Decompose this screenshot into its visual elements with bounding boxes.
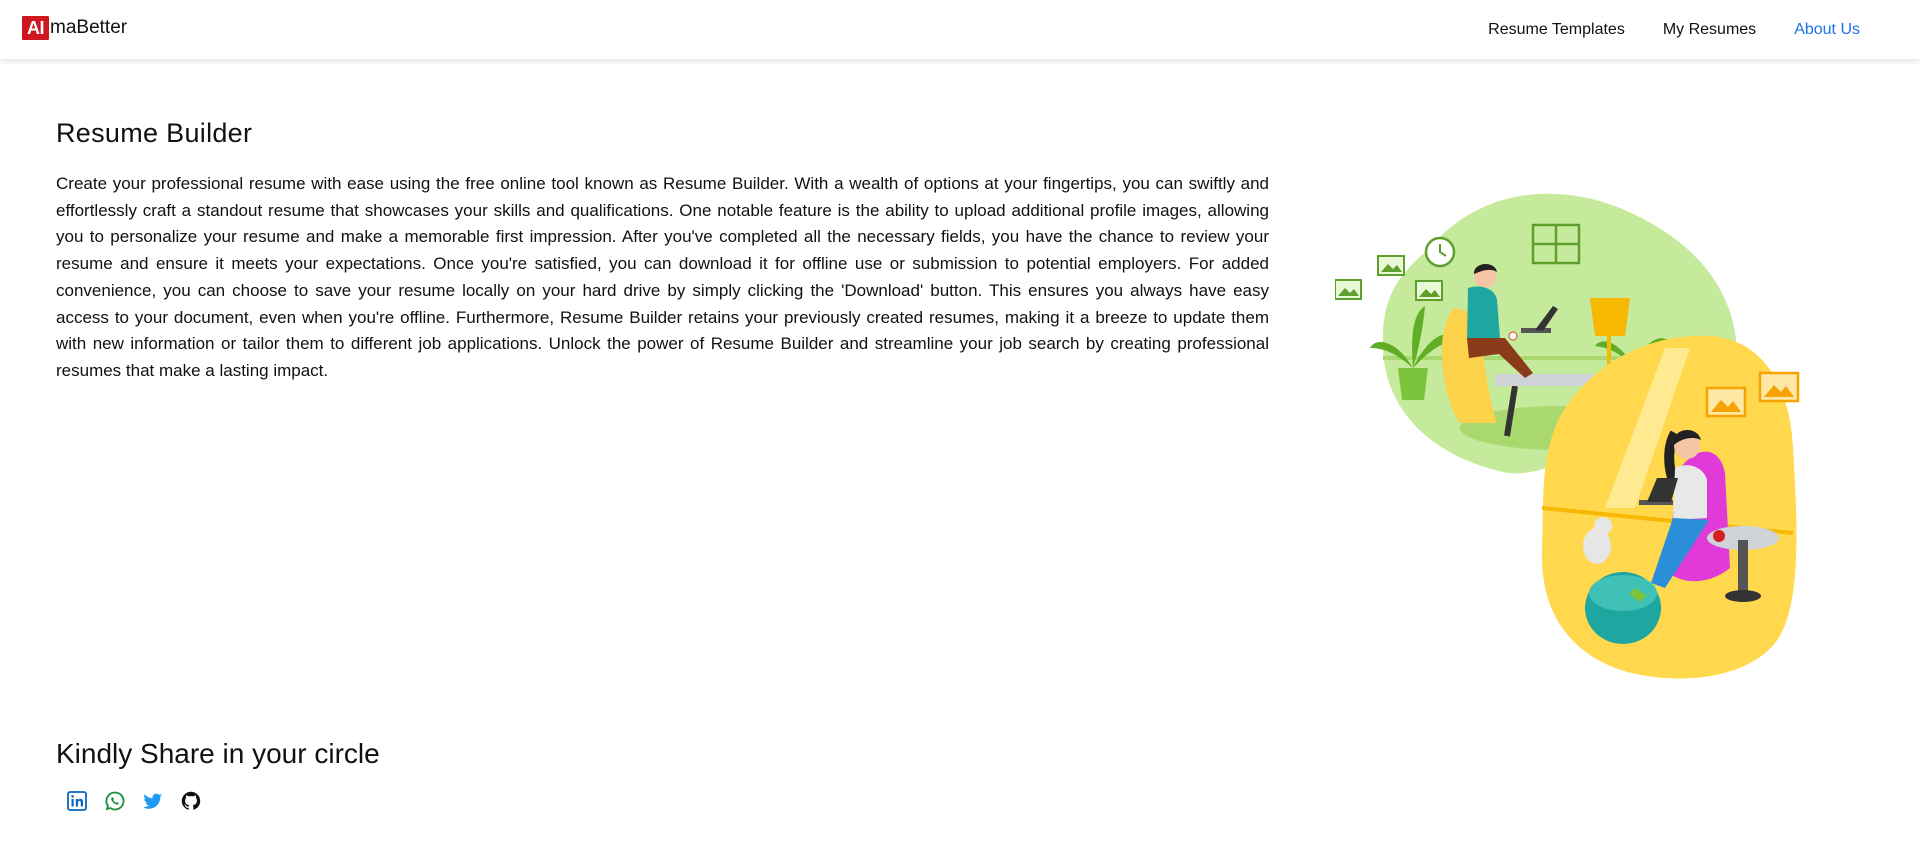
brand-badge: AI xyxy=(22,16,49,40)
nav-about-us[interactable]: About Us xyxy=(1794,21,1860,39)
twitter-icon[interactable] xyxy=(142,790,164,812)
github-icon[interactable] xyxy=(180,790,202,812)
brand-name: maBetter xyxy=(50,17,128,38)
nav-resume-templates[interactable]: Resume Templates xyxy=(1488,21,1625,39)
linkedin-icon[interactable] xyxy=(66,790,88,812)
brand-logo[interactable]: AI maBetter xyxy=(22,16,127,40)
nav-my-resumes[interactable]: My Resumes xyxy=(1663,21,1756,39)
navbar: AI maBetter Resume Templates My Resumes … xyxy=(0,0,1920,59)
nav-links: Resume Templates My Resumes About Us xyxy=(1450,0,1860,59)
share-title: Kindly Share in your circle xyxy=(56,738,380,769)
whatsapp-icon[interactable] xyxy=(104,790,126,812)
social-links xyxy=(66,790,202,812)
page-description: Create your professional resume with eas… xyxy=(56,174,1269,380)
hero-illustration xyxy=(1335,193,1800,679)
page-title: Resume Builder xyxy=(56,118,253,148)
